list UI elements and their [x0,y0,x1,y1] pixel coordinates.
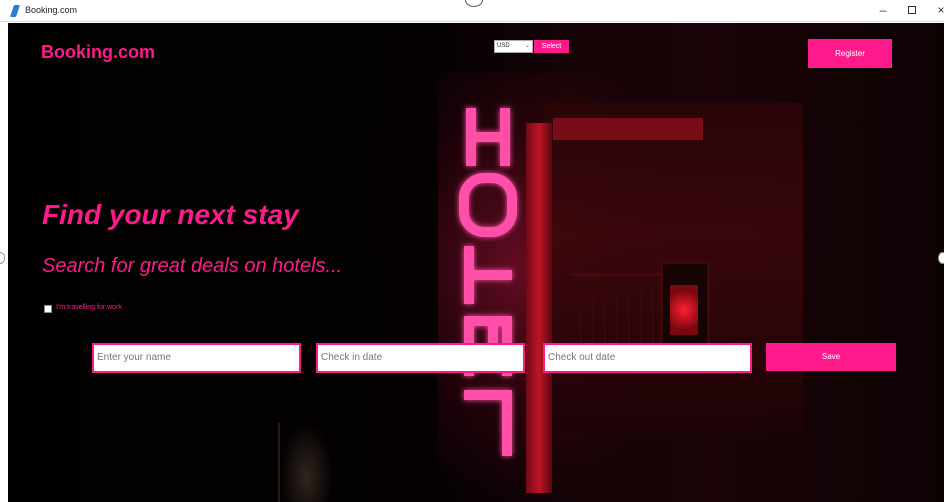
background-window-light [670,285,698,335]
brand-logo[interactable]: Booking.com [41,42,155,63]
currency-value: USD [497,43,510,49]
checkout-date-input[interactable]: Check out date [543,343,752,373]
sign-letters [459,108,517,456]
background-pillar [526,123,552,493]
checkin-date-input[interactable]: Check in date [316,343,525,373]
close-icon: × [937,3,944,17]
hotel-neon-sign [458,108,518,468]
register-button[interactable]: Register [808,39,892,68]
minimize-button[interactable]: – [869,2,897,20]
hero-subheadline: Search for great deals on hotels... [42,255,343,277]
window-titlebar: Booking.com – × [0,0,944,22]
right-resize-handle[interactable] [938,252,944,264]
maximize-icon [908,6,916,14]
currency-select-button[interactable]: Select [534,40,569,53]
maximize-button[interactable] [898,2,926,20]
chevron-down-icon: ⌄ [524,43,530,49]
app-feather-icon [10,5,20,17]
name-input[interactable]: Enter your name [92,343,301,373]
background-ledge [553,118,703,140]
window-title: Booking.com [25,5,78,15]
work-travel-label[interactable]: I'm travelling for work [56,304,122,311]
minimize-icon: – [879,3,887,17]
window-resize-grip[interactable] [465,0,483,7]
close-button[interactable]: × [927,2,944,20]
currency-select[interactable]: USD ⌄ [494,40,533,53]
background-doorway [278,423,333,502]
hotel-sign-graphic [459,108,517,456]
hero-headline: Find your next stay [42,199,299,230]
work-travel-checkbox[interactable] [44,305,52,313]
background-balcony [570,273,665,343]
hero-section: Booking.com USD ⌄ Select Register Find y… [8,23,944,502]
save-button[interactable]: Save [766,343,896,371]
